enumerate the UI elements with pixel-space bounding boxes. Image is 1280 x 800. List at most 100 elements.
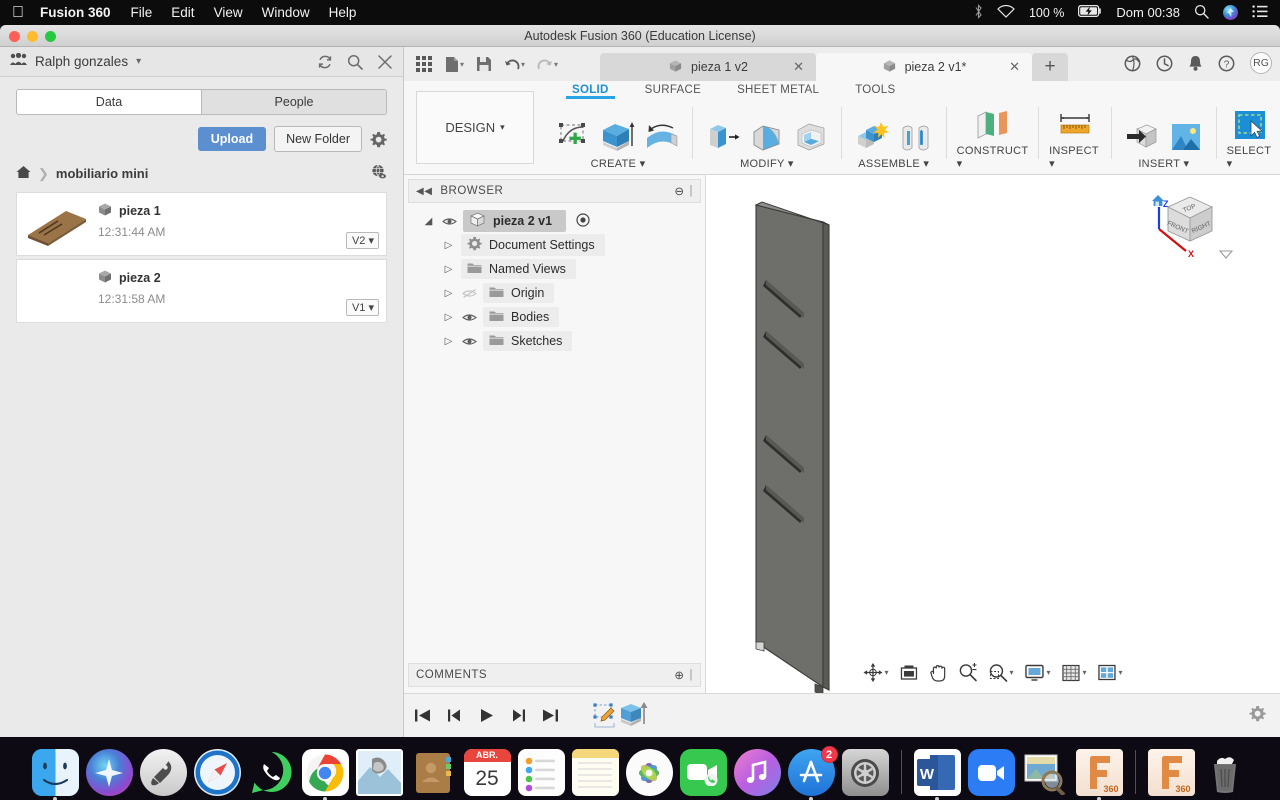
panel-label-inspect[interactable]: INSPECT ▾ — [1049, 145, 1101, 173]
minimize-browser-icon[interactable]: ⊖ — [674, 184, 684, 198]
panel-label-assemble[interactable]: ASSEMBLE ▾ — [858, 157, 929, 173]
viewport-canvas[interactable]: Z X TOP FRONT RIGHT ▾ ▾ ▾ ▾ ▾ — [706, 175, 1280, 693]
dock-item-notes[interactable] — [571, 749, 619, 796]
refresh-icon[interactable] — [317, 54, 333, 70]
new-component-icon[interactable] — [852, 117, 892, 157]
document-tab-pieza-2[interactable]: pieza 2 v1* ✕ — [816, 53, 1032, 81]
dock-item-fusion-360[interactable]: 360 — [1075, 749, 1123, 800]
chevron-down-icon[interactable]: ▾ — [136, 56, 141, 67]
dock-item-launchpad[interactable] — [139, 749, 187, 796]
menu-item-edit[interactable]: Edit — [171, 5, 194, 20]
tree-node-bodies[interactable]: ▷ Bodies — [404, 305, 705, 329]
account-name-label[interactable]: Ralph gonzales — [35, 54, 128, 69]
close-window-button[interactable] — [9, 31, 20, 42]
upload-button[interactable]: Upload — [197, 127, 267, 151]
save-icon[interactable] — [472, 53, 496, 75]
fillet-icon[interactable] — [747, 117, 787, 157]
eye-icon[interactable] — [461, 336, 477, 347]
panel-label-construct[interactable]: CONSTRUCT ▾ — [957, 145, 1029, 173]
tab-people[interactable]: People — [201, 90, 386, 114]
dock-item-trash[interactable] — [1202, 749, 1249, 796]
undo-icon[interactable]: ▾ — [500, 54, 529, 75]
dock-item-microsoft-word[interactable]: W — [913, 749, 961, 800]
add-comment-icon[interactable]: ⊕ — [674, 668, 684, 682]
tree-node-chip[interactable]: Sketches — [483, 331, 573, 351]
menu-item-view[interactable]: View — [214, 5, 243, 20]
canvas-image-icon[interactable] — [1166, 117, 1206, 157]
close-panel-icon[interactable] — [377, 54, 393, 70]
tree-node-chip[interactable]: Named Views — [461, 259, 576, 279]
tab-sheet-metal[interactable]: SHEET METAL — [719, 81, 837, 96]
view-cube[interactable]: Z X TOP FRONT RIGHT — [1146, 185, 1234, 286]
help-icon[interactable]: ? — [1218, 55, 1235, 72]
siri-icon[interactable] — [1223, 5, 1238, 20]
tab-tools[interactable]: TOOLS — [837, 81, 913, 96]
pan-icon[interactable] — [925, 660, 951, 685]
viewports-icon[interactable]: ▾ — [1094, 661, 1127, 684]
resize-handle[interactable]: | — [690, 669, 694, 681]
expand-arrow-icon[interactable]: ▷ — [442, 336, 455, 347]
select-window-icon[interactable] — [1230, 105, 1270, 145]
spotlight-search-icon[interactable] — [1194, 4, 1209, 22]
globe-eye-icon[interactable] — [371, 164, 387, 183]
tree-node-chip[interactable]: Document Settings — [461, 234, 605, 256]
insert-mcmaster-icon[interactable] — [1122, 117, 1162, 157]
battery-charging-icon[interactable] — [1078, 4, 1102, 20]
close-icon[interactable]: ✕ — [793, 59, 804, 75]
joint-icon[interactable] — [896, 117, 936, 157]
tab-data[interactable]: Data — [17, 90, 201, 114]
tree-root-node[interactable]: ◢ pieza 2 v1 — [404, 209, 705, 233]
play-icon[interactable] — [478, 708, 495, 723]
new-document-tab-button[interactable]: + — [1032, 53, 1068, 81]
grid-snap-icon[interactable]: ▾ — [1058, 661, 1091, 685]
breadcrumb-folder-label[interactable]: mobiliario mini — [56, 166, 148, 181]
new-file-icon[interactable]: ▾ — [441, 53, 468, 76]
minimize-window-button[interactable] — [27, 31, 38, 42]
panel-label-insert[interactable]: INSERT ▾ — [1138, 157, 1189, 173]
dock-item-contacts[interactable] — [410, 749, 457, 796]
revolve-icon[interactable] — [642, 117, 682, 157]
dock-item-facetime[interactable] — [679, 749, 727, 796]
expand-arrow-icon[interactable]: ▷ — [442, 240, 455, 251]
bluetooth-icon[interactable] — [974, 3, 983, 22]
step-forward-icon[interactable] — [510, 708, 527, 723]
control-center-icon[interactable] — [1252, 4, 1268, 21]
gear-icon[interactable] — [370, 131, 387, 148]
version-badge[interactable]: V2 ▾ — [345, 232, 379, 249]
menu-bar-clock[interactable]: Dom 00:38 — [1116, 5, 1180, 20]
tab-solid[interactable]: SOLID — [554, 81, 627, 99]
comments-panel-header[interactable]: COMMENTS ⊕ | — [408, 663, 701, 687]
zoom-icon[interactable] — [954, 660, 981, 685]
redo-icon[interactable]: ▾ — [533, 54, 562, 75]
menu-item-help[interactable]: Help — [329, 5, 357, 20]
orbit-icon[interactable]: ▾ — [859, 660, 892, 685]
dock-item-zoom[interactable] — [967, 749, 1015, 796]
sketch-feature-icon[interactable] — [592, 702, 618, 730]
new-folder-button[interactable]: New Folder — [274, 126, 362, 152]
menu-item-window[interactable]: Window — [262, 5, 310, 20]
dock-item-calendar[interactable]: ABR. 25 — [463, 749, 511, 796]
eye-icon[interactable] — [441, 216, 457, 227]
maximize-window-button[interactable] — [45, 31, 56, 42]
sketch-create-icon[interactable] — [554, 117, 594, 157]
expand-arrow-icon[interactable]: ◢ — [422, 216, 435, 227]
tree-node-sketches[interactable]: ▷ Sketches — [404, 329, 705, 353]
tab-surface[interactable]: SURFACE — [627, 81, 719, 96]
list-item[interactable]: pieza 1 12:31:44 AM V2 ▾ — [16, 192, 387, 256]
panel-label-modify[interactable]: MODIFY ▾ — [740, 157, 794, 173]
grid-apps-icon[interactable] — [412, 53, 437, 76]
list-item[interactable]: pieza 2 12:31:58 AM V1 ▾ — [16, 259, 387, 323]
collapse-browser-icon[interactable]: ◀◀ — [416, 186, 432, 197]
tree-node-named-views[interactable]: ▷ Named Views — [404, 257, 705, 281]
workspace-switcher[interactable]: DESIGN ▾ — [416, 91, 534, 164]
tree-node-chip[interactable]: Origin — [483, 283, 555, 303]
search-icon[interactable] — [347, 54, 363, 70]
document-tab-pieza-1[interactable]: pieza 1 v2 ✕ — [600, 53, 816, 81]
dock-item-siri[interactable] — [85, 749, 133, 796]
offset-plane-icon[interactable] — [969, 105, 1015, 145]
dock-item-preview[interactable] — [1022, 749, 1069, 796]
notifications-bell-icon[interactable] — [1188, 55, 1203, 72]
tree-node-document-settings[interactable]: ▷ Document Settings — [404, 233, 705, 257]
resize-handle[interactable]: | — [690, 185, 694, 197]
extrude-feature-icon[interactable] — [619, 701, 649, 730]
